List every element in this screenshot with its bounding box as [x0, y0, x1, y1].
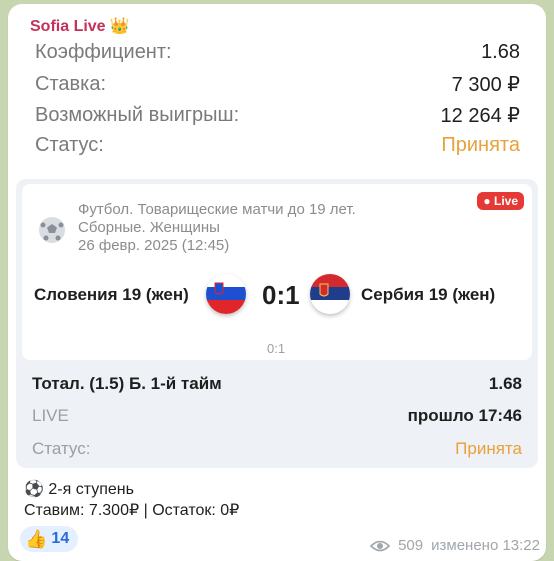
stake-remainder-line: Ставим: 7.300₽ | Остаток: 0₽ [24, 502, 240, 519]
live-badge: ● Live [477, 192, 524, 210]
message-meta: 509 изменено 13:22 [370, 537, 540, 554]
bet-card[interactable]: Футбол. Товарищеские матчи до 19 лет. Сб… [16, 179, 538, 468]
edited-time: изменено 13:22 [431, 537, 540, 554]
step-line: ⚽ 2-я ступень [24, 479, 134, 499]
soccer-ball-emoji-icon: ⚽ [24, 481, 44, 498]
status-value: Принята [441, 134, 520, 156]
bet-market: Тотал. (1.5) Б. 1-й тайм [32, 374, 222, 393]
stake-label: Ставка: [35, 73, 106, 95]
status-row: Статус: Принята [35, 134, 520, 157]
team-away: Сербия 19 (жен) [361, 285, 496, 304]
bet-live-label: LIVE [32, 406, 69, 425]
match-subscore: 0:1 [267, 341, 286, 356]
coefficient-label: Коэффициент: [35, 41, 172, 63]
reaction-count: 14 [51, 530, 70, 547]
step-text: 2-я ступень [48, 481, 134, 498]
crown-icon: 👑 [109, 18, 130, 35]
match-score: 0:1 [262, 280, 300, 310]
status-label: Статус: [35, 134, 104, 156]
possible-win-label: Возможный выигрыш: [35, 104, 240, 126]
bet-elapsed: прошло 17:46 [407, 406, 522, 425]
bet-odds: 1.68 [488, 374, 522, 393]
match-date: 26 февр. 2025 (12:45) [78, 237, 230, 254]
coefficient-row: Коэффициент: 1.68 [35, 41, 520, 64]
bet-status-row: Статус: Принята [32, 439, 522, 459]
soccer-ball-icon [39, 217, 65, 243]
sender-name[interactable]: Sofia Live 👑 [30, 18, 130, 36]
live-dot-icon: ● [483, 194, 491, 208]
coefficient-value: 1.68 [481, 41, 520, 63]
bet-live-row: LIVE прошло 17:46 [32, 406, 522, 426]
league-line-2: Сборные. Женщины [78, 219, 220, 236]
sender-name-text[interactable]: Sofia Live [30, 18, 106, 36]
possible-win-row: Возможный выигрыш: 12 264 ₽ [35, 103, 520, 128]
match-meta: Футбол. Товарищеские матчи до 19 лет. Сб… [78, 201, 356, 255]
possible-win-value: 12 264 ₽ [440, 105, 520, 127]
serbia-flag-icon [310, 274, 350, 314]
eye-icon [370, 540, 391, 551]
bet-status-value: Принята [455, 439, 522, 458]
stake-value: 7 300 ₽ [451, 74, 520, 96]
view-count: 509 [398, 537, 424, 554]
thumbs-up-icon: 👍 [25, 528, 48, 549]
bet-status-label: Статус: [32, 439, 91, 458]
bet-market-row: Тотал. (1.5) Б. 1-й тайм 1.68 [32, 374, 522, 394]
match-card[interactable]: Футбол. Товарищеские матчи до 19 лет. Сб… [22, 184, 532, 360]
live-badge-label: Live [493, 194, 518, 208]
team-home: Словения 19 (жен) [34, 285, 189, 304]
stake-row: Ставка: 7 300 ₽ [35, 72, 520, 97]
slovenia-flag-icon [206, 274, 246, 314]
reaction-thumbs-up[interactable]: 👍 14 [20, 526, 78, 552]
league-line-1: Футбол. Товарищеские матчи до 19 лет. [78, 201, 356, 218]
